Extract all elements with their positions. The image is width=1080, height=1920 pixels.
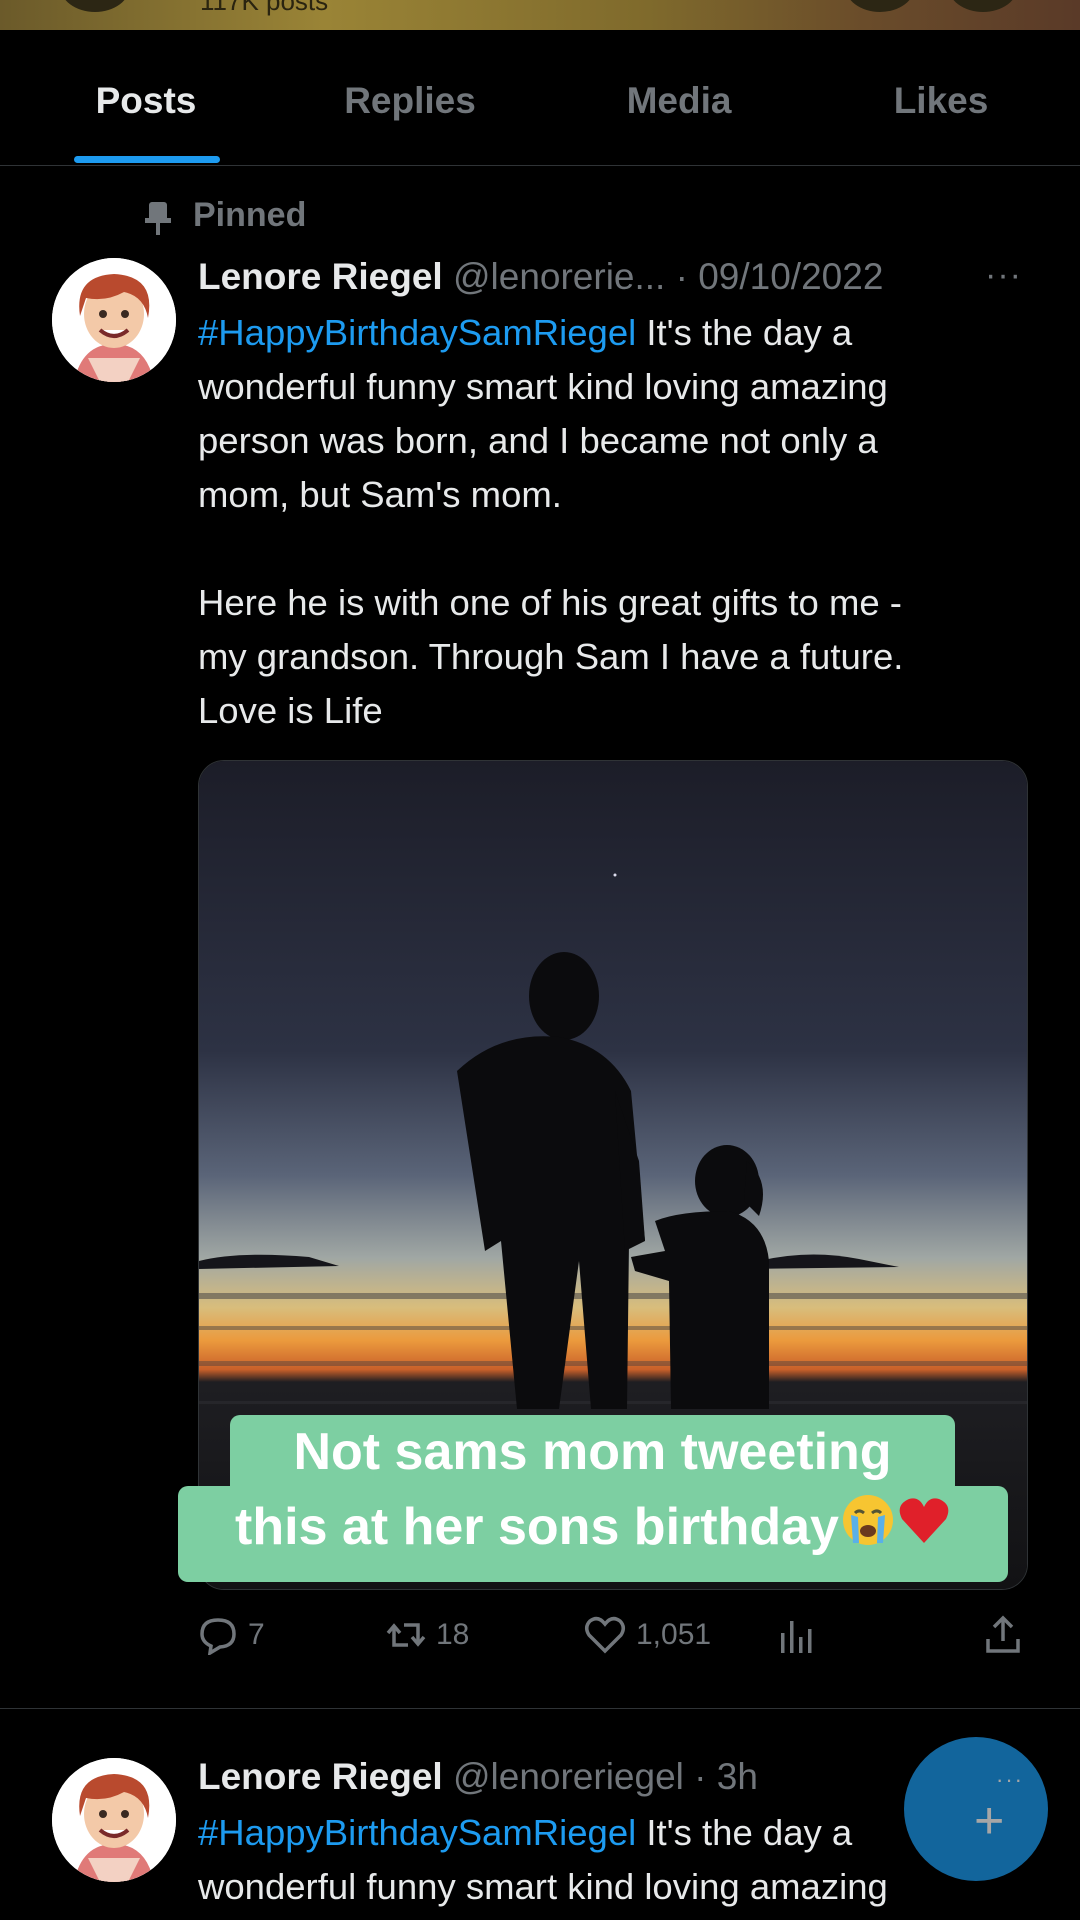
post-actions: 7 18 1,051	[198, 1610, 1028, 1660]
tab-posts[interactable]: Posts	[46, 80, 246, 122]
share-button[interactable]	[984, 1610, 1022, 1660]
overlay-caption-text: this at her sons birthday	[235, 1498, 839, 1556]
post-count: 117K posts	[200, 0, 329, 16]
overlay-caption-line-1: Not sams mom tweeting	[230, 1415, 955, 1490]
post-text-fragment: It's the day a	[636, 312, 853, 353]
share-icon	[986, 1615, 1020, 1653]
active-tab-indicator	[74, 156, 220, 163]
repost-button[interactable]: 18	[386, 1610, 469, 1660]
more-button[interactable]	[948, 0, 1018, 12]
repost-icon	[386, 1623, 426, 1647]
post-text-line-8: Love is Life	[198, 690, 383, 731]
author-name[interactable]: Lenore Riegel	[198, 1756, 443, 1797]
views-icon	[781, 1621, 812, 1653]
avatar[interactable]	[52, 258, 176, 382]
post-text-line-2: wonderful funny smart kind loving amazin…	[198, 1866, 888, 1907]
post-text-fragment: It's the day a	[636, 1812, 853, 1853]
back-button[interactable]	[60, 0, 130, 12]
hashtag-link[interactable]: #HappyBirthdaySamRiegel	[198, 1812, 636, 1853]
post-text-line-3: person was born, and I became not only a	[198, 420, 878, 461]
compose-plus-icon: +	[974, 1792, 1005, 1850]
heart-icon	[585, 1616, 625, 1654]
like-count: 1,051	[636, 1618, 712, 1651]
post-text-line-6: Here he is with one of his great gifts t…	[198, 582, 902, 623]
post-text-line-1: #HappyBirthdaySamRiegel It's the day a	[198, 306, 1028, 360]
reply-button[interactable]: 7	[198, 1610, 265, 1660]
reply-count: 7	[248, 1618, 265, 1651]
like-button[interactable]: 1,051	[584, 1610, 711, 1660]
post-text-blank	[198, 522, 1028, 576]
fab-dots: ···	[996, 1767, 1024, 1792]
tab-replies[interactable]: Replies	[310, 80, 510, 122]
reply-icon	[200, 1618, 236, 1655]
pin-icon	[145, 200, 171, 236]
post-meta: @lenoreriegel · 3h	[452, 1756, 758, 1797]
red-heart-emoji	[897, 1489, 951, 1571]
post-text-line-7: my grandson. Through Sam I have a future…	[198, 636, 904, 677]
author-name[interactable]: Lenore Riegel	[198, 256, 443, 297]
avatar[interactable]	[52, 1758, 176, 1882]
search-button[interactable]	[845, 0, 915, 12]
pinned-label: Pinned	[145, 196, 307, 236]
hashtag-link[interactable]: #HappyBirthdaySamRiegel	[198, 312, 636, 353]
post-text: #HappyBirthdaySamRiegel It's the day a w…	[198, 1806, 1028, 1914]
tab-media[interactable]: Media	[579, 80, 779, 122]
post-text-line-4: mom, but Sam's mom.	[198, 474, 562, 515]
overlay-caption-line-2: this at her sons birthday	[178, 1486, 1008, 1582]
post-meta: @lenorerie... · 09/10/2022	[452, 256, 884, 297]
crying-face-emoji	[841, 1489, 895, 1571]
post-header: Lenore Riegel @lenorerie... · 09/10/2022	[198, 256, 883, 298]
pinned-text: Pinned	[193, 196, 307, 234]
post-text: #HappyBirthdaySamRiegel It's the day a w…	[198, 306, 1028, 738]
tab-likes[interactable]: Likes	[841, 80, 1041, 122]
compose-button[interactable]: ··· +	[904, 1737, 1048, 1881]
views-button[interactable]	[778, 1610, 814, 1660]
profile-banner-strip: 117K posts	[0, 0, 1080, 30]
profile-tabs: Posts Replies Media Likes	[0, 30, 1080, 166]
post-divider	[0, 1708, 1080, 1709]
more-options-button[interactable]: ···	[985, 256, 1022, 295]
repost-count: 18	[436, 1618, 470, 1651]
post-header: Lenore Riegel @lenoreriegel · 3h	[198, 1756, 758, 1798]
post-text-line-2: wonderful funny smart kind loving amazin…	[198, 366, 888, 407]
